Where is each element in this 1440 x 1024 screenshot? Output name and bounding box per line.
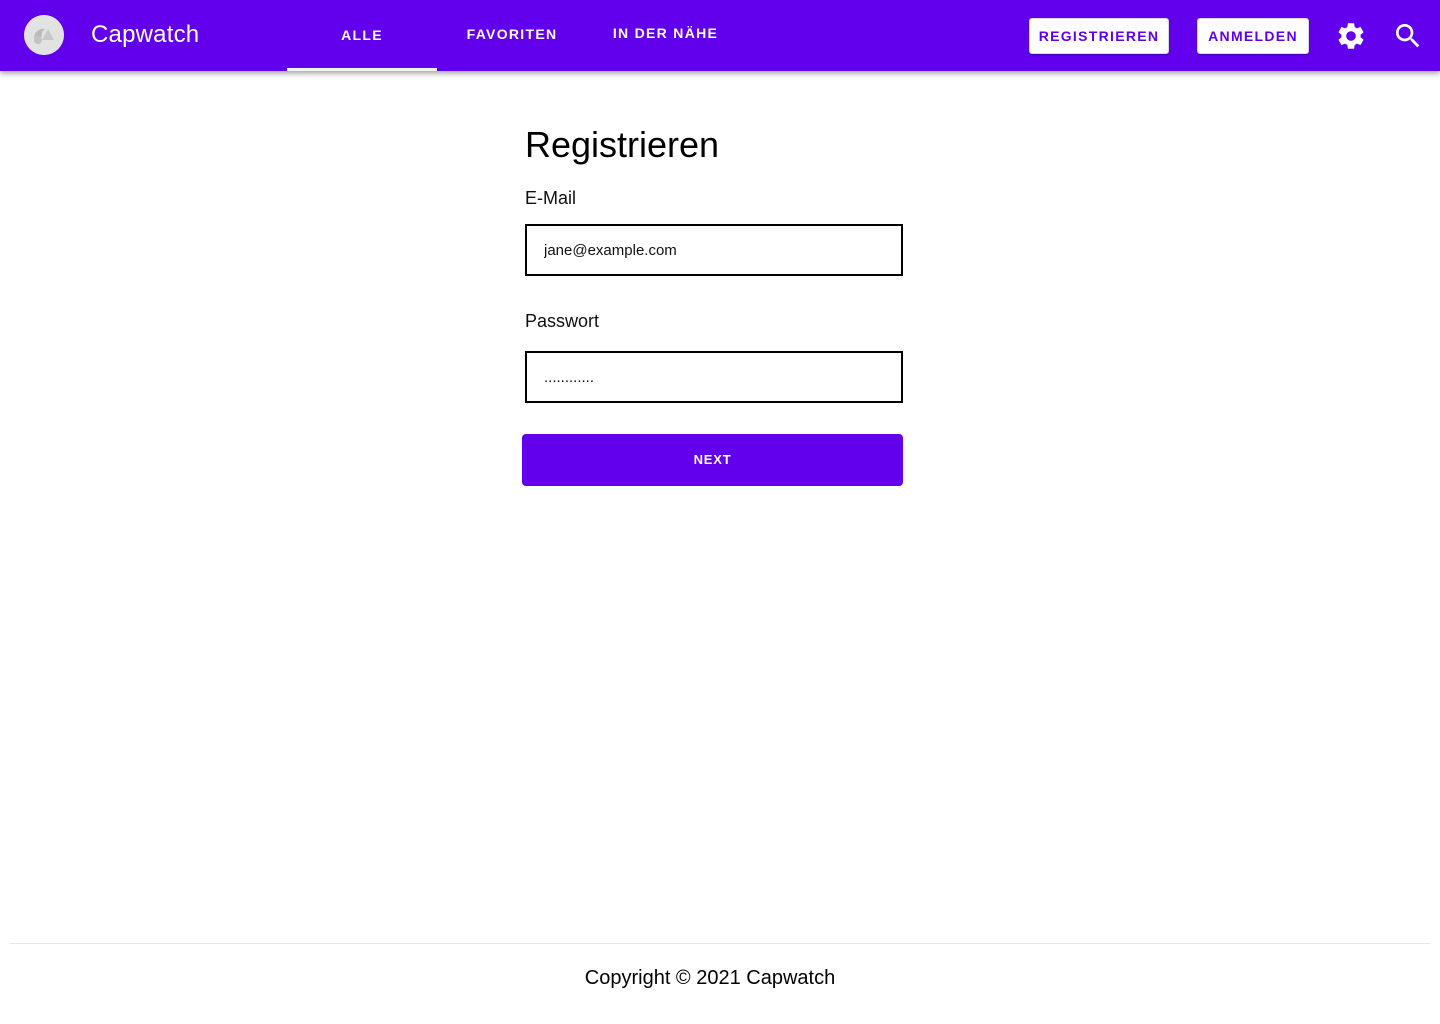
login-button[interactable]: ANMELDEN: [1197, 18, 1309, 54]
gear-icon[interactable]: [1335, 20, 1367, 52]
active-tab-indicator: [287, 68, 437, 71]
email-label: E-Mail: [525, 188, 577, 208]
password-label: Passwort: [525, 311, 600, 331]
tab-alle[interactable]: ALLE: [287, 0, 437, 71]
tab-favoriten[interactable]: FAVORITEN: [437, 0, 587, 71]
footer-divider: [10, 943, 1430, 944]
top-app-bar: Capwatch ALLE FAVORITEN IN DER NÄHE REGI…: [0, 0, 1440, 71]
page-title: Registrieren: [525, 124, 720, 165]
tab-in-der-naehe[interactable]: IN DER NÄHE: [587, 0, 744, 71]
app-logo-icon[interactable]: [24, 15, 64, 55]
copyright-text: Copyright © 2021 Capwatch: [584, 967, 836, 989]
registration-form: Registrieren E-Mail Passwort NEXT: [0, 0, 1440, 1024]
password-field[interactable]: [525, 351, 903, 403]
app-title: Capwatch: [91, 21, 200, 48]
register-button[interactable]: REGISTRIEREN: [1029, 18, 1169, 54]
next-button[interactable]: NEXT: [522, 434, 903, 486]
email-field[interactable]: [525, 224, 903, 276]
search-icon[interactable]: [1392, 20, 1424, 52]
